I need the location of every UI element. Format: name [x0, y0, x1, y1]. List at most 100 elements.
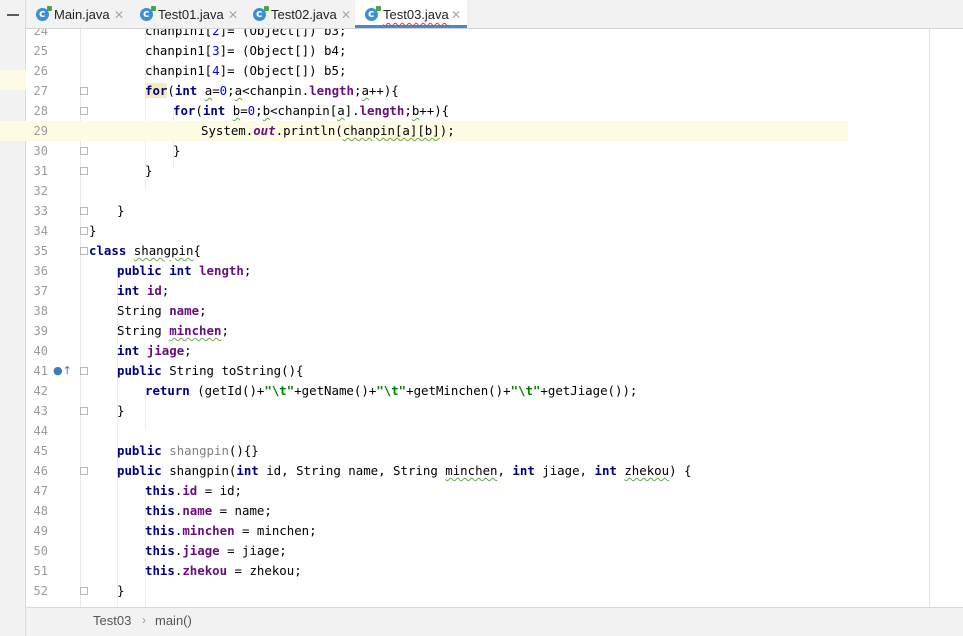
line-number: 25 [33, 44, 48, 58]
code-text[interactable]: } [145, 161, 152, 181]
fold-marker-icon[interactable] [80, 367, 88, 375]
code-line-30[interactable]: 30 } [0, 141, 848, 161]
line-number: 32 [33, 184, 48, 198]
line-number: 27 [33, 84, 48, 98]
code-line-50[interactable]: 50 this.jiage = jiage; [0, 541, 848, 561]
code-text[interactable]: } [117, 201, 124, 221]
code-text[interactable]: } [117, 401, 124, 421]
code-line-37[interactable]: 37 int id; [0, 281, 848, 301]
code-line-31[interactable]: 31 } [0, 161, 848, 181]
code-line-41[interactable]: 41 ●↑ public String toString(){ [0, 361, 848, 381]
code-line-49[interactable]: 49 this.minchen = minchen; [0, 521, 848, 541]
code-text[interactable]: System.out.println(chanpin[a][b]); [201, 121, 455, 141]
code-line-42[interactable]: 42 return (getId()+"\t"+getName()+"\t"+g… [0, 381, 848, 401]
code-line-24[interactable]: 24 chanpin1[2]= (Object[]) b3; [0, 29, 848, 41]
line-number: 28 [33, 104, 48, 118]
fold-marker-icon[interactable] [80, 247, 88, 255]
breadcrumb-item-class[interactable]: Test03 [93, 613, 131, 628]
code-line-34[interactable]: 34 } [0, 221, 848, 241]
code-line-44[interactable]: 44 [0, 421, 848, 441]
code-line-32[interactable]: 32 [0, 181, 848, 201]
code-text[interactable]: public int length; [117, 261, 251, 281]
breadcrumb-separator-icon: › [142, 613, 146, 627]
code-line-38[interactable]: 38 String name; [0, 301, 848, 321]
code-text[interactable]: chanpin1[3]= (Object[]) b4; [145, 41, 346, 61]
close-tab-icon[interactable]: ✕ [228, 0, 238, 30]
fold-marker-icon[interactable] [80, 147, 88, 155]
line-number: 37 [33, 284, 48, 298]
code-line-43[interactable]: 43 } [0, 401, 848, 421]
code-line-52[interactable]: 52 } [0, 581, 848, 601]
line-number: 48 [33, 504, 48, 518]
fold-marker-icon[interactable] [80, 407, 88, 415]
code-text[interactable]: int id; [117, 281, 169, 301]
code-line-45[interactable]: 45 public shangpin(){} [0, 441, 848, 461]
code-line-27[interactable]: 27 for(int a=0;a<chanpin.length;a++){ [0, 81, 848, 101]
code-text[interactable]: this.name = name; [145, 501, 272, 521]
line-number: 35 [33, 244, 48, 258]
code-text[interactable]: for(int b=0;b<chanpin[a].length;b++){ [173, 101, 449, 121]
code-text[interactable]: chanpin1[4]= (Object[]) b5; [145, 61, 346, 81]
tab-test01-java[interactable]: Test01.java ✕ [130, 0, 243, 30]
close-tab-icon[interactable]: ✕ [341, 0, 351, 30]
line-number: 26 [33, 64, 48, 78]
code-text[interactable]: } [173, 141, 180, 161]
code-text[interactable]: for(int a=0;a<chanpin.length;a++){ [145, 81, 399, 101]
tab-main-java[interactable]: Main.java ✕ [26, 0, 130, 30]
code-text[interactable]: String name; [117, 301, 207, 321]
fold-marker-icon[interactable] [80, 107, 88, 115]
code-editor[interactable]: 24 chanpin1[2]= (Object[]) b3; 25 chanpi… [0, 29, 930, 607]
code-line-51[interactable]: 51 this.zhekou = zhekou; [0, 561, 848, 581]
fold-marker-icon[interactable] [80, 207, 88, 215]
close-tab-icon[interactable]: ✕ [114, 0, 124, 30]
code-text[interactable]: } [117, 581, 124, 601]
code-text[interactable]: this.minchen = minchen; [145, 521, 317, 541]
fold-marker-icon[interactable] [80, 587, 88, 595]
tab-label: Test03.java [383, 7, 449, 22]
breadcrumb: Test03 › main() [26, 607, 963, 636]
line-number: 46 [33, 464, 48, 478]
code-line-39[interactable]: 39 String minchen; [0, 321, 848, 341]
code-text[interactable]: chanpin1[2]= (Object[]) b3; [145, 29, 346, 41]
code-text[interactable]: public shangpin(){} [117, 441, 259, 461]
code-text[interactable]: } [89, 221, 96, 241]
fold-marker-icon[interactable] [80, 87, 88, 95]
ide-window: Main.java ✕ Test01.java ✕ Test02.java ✕ … [0, 0, 963, 636]
fold-marker-icon[interactable] [80, 467, 88, 475]
code-line-25[interactable]: 25 chanpin1[3]= (Object[]) b4; [0, 41, 848, 61]
java-class-file-icon [253, 0, 269, 29]
code-line-26[interactable]: 26 chanpin1[4]= (Object[]) b5; [0, 61, 848, 81]
tab-test02-java[interactable]: Test02.java ✕ [243, 0, 355, 30]
line-number: 47 [33, 484, 48, 498]
code-text[interactable]: this.id = id; [145, 481, 242, 501]
code-text[interactable]: public String toString(){ [117, 361, 304, 381]
tab-test03-java[interactable]: Test03.java ✕ [355, 0, 467, 30]
code-text[interactable]: this.zhekou = zhekou; [145, 561, 302, 581]
code-text[interactable]: int jiage; [117, 341, 192, 361]
line-number: 24 [33, 29, 48, 38]
java-class-file-icon [365, 0, 381, 29]
code-line-48[interactable]: 48 this.name = name; [0, 501, 848, 521]
code-line-40[interactable]: 40 int jiage; [0, 341, 848, 361]
collapse-icon[interactable] [7, 14, 19, 16]
code-line-35[interactable]: 35 class shangpin{ [0, 241, 848, 261]
code-text[interactable]: return (getId()+"\t"+getName()+"\t"+getM… [145, 381, 637, 401]
tab-label: Test02.java [271, 7, 337, 22]
code-line-28[interactable]: 28 for(int b=0;b<chanpin[a].length;b++){ [0, 101, 848, 121]
line-number: 52 [33, 584, 48, 598]
code-text[interactable]: this.jiage = jiage; [145, 541, 287, 561]
code-line-33[interactable]: 33 } [0, 201, 848, 221]
fold-marker-icon[interactable] [80, 167, 88, 175]
breadcrumb-item-method[interactable]: main() [155, 613, 192, 628]
override-method-icon[interactable]: ●↑ [53, 364, 72, 377]
code-line-36[interactable]: 36 public int length; [0, 261, 848, 281]
code-text[interactable]: String minchen; [117, 321, 229, 341]
editor-scrollbar[interactable] [951, 29, 963, 607]
fold-marker-icon[interactable] [80, 227, 88, 235]
code-line-29[interactable]: 29 System.out.println(chanpin[a][b]); [0, 121, 848, 141]
code-line-47[interactable]: 47 this.id = id; [0, 481, 848, 501]
close-tab-icon[interactable]: ✕ [451, 0, 461, 30]
code-line-46[interactable]: 46 public shangpin(int id, String name, … [0, 461, 848, 481]
code-text[interactable]: public shangpin(int id, String name, Str… [117, 461, 692, 481]
code-text[interactable]: class shangpin{ [89, 241, 201, 261]
